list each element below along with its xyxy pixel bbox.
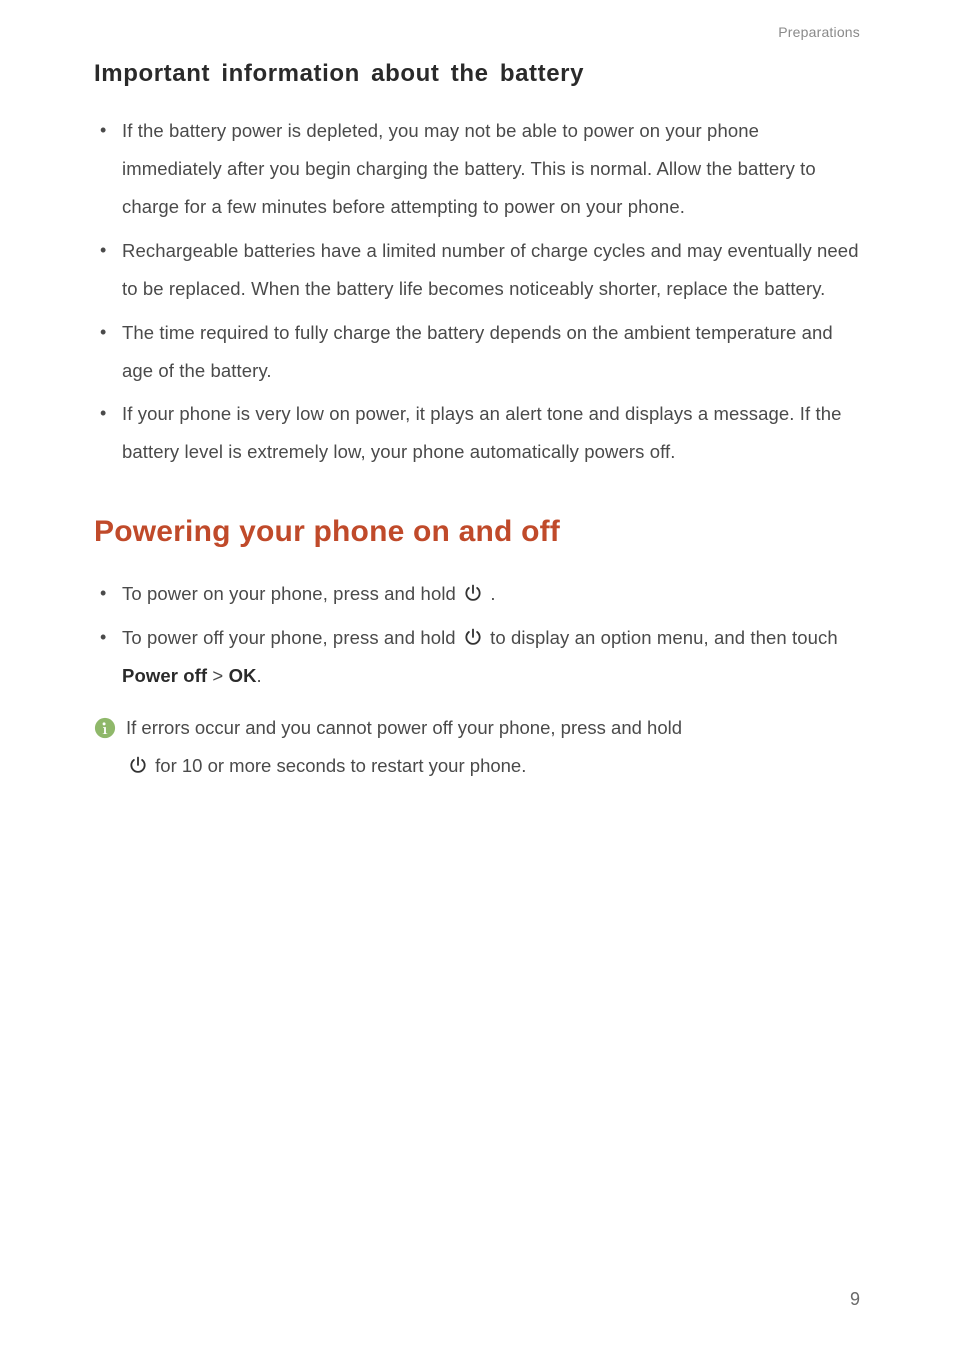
text: > — [207, 665, 228, 686]
list-item: To power on your phone, press and hold . — [94, 575, 860, 613]
battery-info-list: If the battery power is depleted, you ma… — [94, 112, 860, 471]
text: To power on your phone, press and hold — [122, 583, 461, 604]
list-item: Rechargeable batteries have a limited nu… — [94, 232, 860, 308]
text: to display an option menu, and then touc… — [485, 627, 838, 648]
main-heading: Powering your phone on and off — [94, 515, 860, 549]
text: To power off your phone, press and hold — [122, 627, 461, 648]
section-header: Preparations — [94, 24, 860, 40]
power-steps-list: To power on your phone, press and hold .… — [94, 575, 860, 695]
power-icon — [463, 583, 483, 603]
list-item: If the battery power is depleted, you ma… — [94, 112, 860, 226]
page-number: 9 — [850, 1289, 860, 1310]
info-note: If errors occur and you cannot power off… — [94, 709, 860, 785]
power-icon — [463, 627, 483, 647]
list-item: The time required to fully charge the ba… — [94, 314, 860, 390]
bold-text: Power off — [122, 665, 207, 686]
text: If errors occur and you cannot power off… — [126, 717, 682, 738]
list-item: To power off your phone, press and hold … — [94, 619, 860, 695]
subheading: Important information about the battery — [94, 60, 860, 88]
bold-text: OK — [229, 665, 257, 686]
list-item: If your phone is very low on power, it p… — [94, 395, 860, 471]
info-icon — [94, 717, 116, 739]
power-icon — [128, 755, 148, 775]
text: for 10 or more seconds to restart your p… — [150, 755, 526, 776]
text: . — [485, 583, 495, 604]
text: . — [257, 665, 262, 686]
